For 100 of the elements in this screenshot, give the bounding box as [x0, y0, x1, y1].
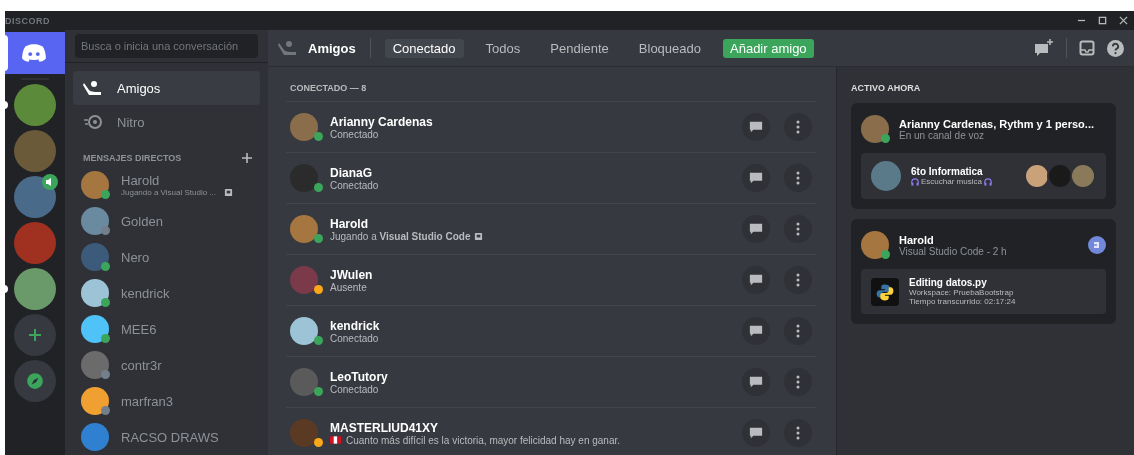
- avatar: [81, 315, 109, 343]
- server-icon[interactable]: [14, 176, 56, 218]
- tab[interactable]: Bloqueado: [630, 38, 709, 58]
- member-avatar: [1024, 163, 1050, 189]
- more-vertical-icon: [796, 171, 800, 185]
- search-field[interactable]: Busca o inicia una conversación: [75, 34, 258, 58]
- friend-row[interactable]: Harold Jugando a Visual Studio Code: [286, 203, 816, 254]
- tab[interactable]: Conectado: [384, 38, 464, 58]
- activity-subtitle: Visual Studio Code - 2 h: [899, 245, 1008, 257]
- friend-row[interactable]: MASTERLIUD41XY Cuanto más difícil es la victoria, mayor felicidad hay en ganar.: [286, 407, 816, 455]
- activity-card[interactable]: Arianny Cardenas, Rythm y 1 perso... En un canal de voz 6to Informatica Escuchar musica: [851, 103, 1116, 209]
- message-button[interactable]: [742, 215, 770, 243]
- message-button[interactable]: [742, 317, 770, 345]
- tab[interactable]: Todos: [477, 38, 529, 58]
- status-text: Conectado: [330, 179, 379, 191]
- dm-item[interactable]: MEE6: [73, 311, 260, 347]
- status-text: Conectado: [330, 128, 379, 140]
- message-button[interactable]: [742, 164, 770, 192]
- avatar: [81, 423, 109, 451]
- join-icon[interactable]: [1088, 236, 1106, 254]
- status-text: Conectado: [330, 332, 379, 344]
- more-vertical-icon: [796, 273, 800, 287]
- activity-card[interactable]: Harold Visual Studio Code - 2 h Editing datos.py Workspace: PruebaBootstrap Tiempo transcurrido: 02:17:24: [851, 219, 1116, 324]
- friend-row[interactable]: DianaG Conectado: [286, 152, 816, 203]
- contact-name: Golden: [121, 213, 163, 229]
- help-icon[interactable]: [1107, 39, 1124, 57]
- tab[interactable]: Pendiente: [542, 38, 617, 58]
- avatar: [81, 207, 109, 235]
- avatar: [861, 231, 889, 259]
- dm-item[interactable]: contr3r: [73, 347, 260, 383]
- dm-item[interactable]: Golden: [73, 203, 260, 239]
- chat-bubble-icon: [749, 222, 763, 236]
- friend-row[interactable]: LeoTutory Conectado: [286, 356, 816, 407]
- avatar: [81, 387, 109, 415]
- friend-row[interactable]: Arianny Cardenas Conectado: [286, 101, 816, 152]
- activity-subtitle: En un canal de voz: [899, 129, 985, 141]
- more-vertical-icon: [796, 375, 800, 389]
- message-button[interactable]: [742, 419, 770, 447]
- dm-item[interactable]: RACSO DRAWS: [73, 419, 260, 455]
- plus-icon: [27, 327, 43, 343]
- activity-title: Arianny Cardenas, Rythm y 1 perso...: [899, 117, 1095, 130]
- friend-name: MASTERLIUD41XY: [330, 420, 440, 435]
- message-button[interactable]: [742, 368, 770, 396]
- status-text: Conectado: [330, 383, 379, 395]
- new-message-icon[interactable]: [1034, 39, 1054, 57]
- python-logo-icon: [871, 277, 899, 306]
- avatar: [81, 243, 109, 271]
- avatar: [861, 115, 889, 143]
- detail-text: Workspace: PruebaBootstrap: [909, 288, 1014, 297]
- friend-name: DianaG: [330, 165, 373, 180]
- friend-row[interactable]: JWulen Ausente: [286, 254, 816, 305]
- detail-text: Tiempo transcurrido: 02:17:24: [909, 297, 1016, 306]
- chat-bubble-icon: [749, 426, 763, 440]
- avatar: [81, 351, 109, 379]
- avatar: [290, 164, 318, 192]
- contact-name: contr3r: [121, 357, 162, 373]
- avatar: [290, 215, 318, 243]
- activity-title: Harold: [899, 233, 935, 246]
- dm-item[interactable]: Nero: [73, 239, 260, 275]
- nav-item[interactable]: Amigos: [73, 71, 260, 105]
- plus-icon[interactable]: [242, 153, 252, 163]
- nav-item[interactable]: Nitro: [73, 105, 260, 139]
- avatar: [290, 113, 318, 141]
- game-icon: [474, 231, 484, 241]
- maximize-icon[interactable]: [1098, 16, 1107, 25]
- chat-bubble-icon: [749, 171, 763, 185]
- member-avatar: [1070, 163, 1096, 189]
- chat-bubble-icon: [749, 324, 763, 338]
- avatar: [290, 419, 318, 447]
- server-icon[interactable]: [14, 130, 56, 172]
- server-icon[interactable]: [14, 84, 56, 126]
- friend-name: Arianny Cardenas: [330, 114, 434, 129]
- explore-button[interactable]: [14, 360, 56, 402]
- message-button[interactable]: [742, 113, 770, 141]
- add-server-button[interactable]: [14, 314, 56, 356]
- detail-text: Escuchar musica: [921, 177, 982, 186]
- dm-item[interactable]: marfran3: [73, 383, 260, 419]
- contact-name: RACSO DRAWS: [121, 429, 219, 445]
- dm-item[interactable]: kendrick: [73, 275, 260, 311]
- compass-icon: [26, 372, 44, 390]
- avatar: [290, 317, 318, 345]
- friend-row[interactable]: kendrick Conectado: [286, 305, 816, 356]
- detail-title: 6to Informatica: [911, 166, 984, 177]
- status-text: Ausente: [330, 281, 367, 293]
- more-vertical-icon: [796, 426, 800, 440]
- close-icon[interactable]: [1119, 16, 1128, 25]
- inbox-icon[interactable]: [1079, 40, 1095, 56]
- dm-item[interactable]: Harold Jugando a Visual Studio ...: [73, 167, 260, 203]
- detail-title: Editing datos.py: [909, 277, 988, 288]
- avatar: [290, 368, 318, 396]
- more-vertical-icon: [796, 120, 800, 134]
- status-text: Jugando a Visual Studio Code: [330, 230, 471, 242]
- server-icon[interactable]: [14, 268, 56, 310]
- avatar: [81, 171, 109, 199]
- message-button[interactable]: [742, 266, 770, 294]
- add-friend-button[interactable]: Añadir amigo: [723, 38, 814, 58]
- more-vertical-icon: [796, 324, 800, 338]
- status-text: Cuanto más difícil es la victoria, mayor felicidad hay en ganar.: [346, 434, 621, 446]
- friend-name: Harold: [330, 216, 369, 231]
- controller-logo-icon: [20, 43, 47, 63]
